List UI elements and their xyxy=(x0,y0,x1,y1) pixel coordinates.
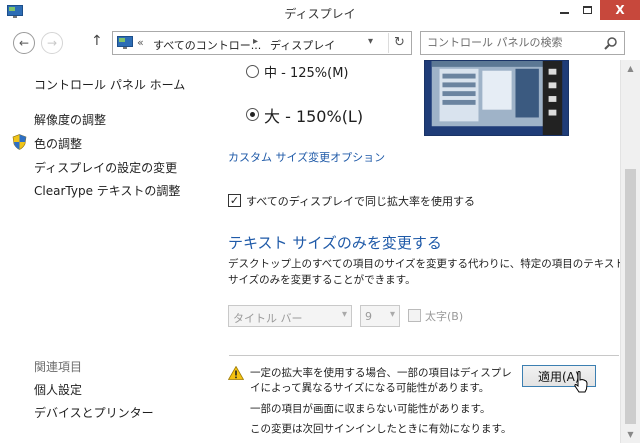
back-button[interactable]: ← xyxy=(13,32,35,54)
warning-text-line3: 一部の項目が画面に収まらない可能性があります。 xyxy=(250,403,491,415)
sidebar-item-adjust-cleartype[interactable]: ClearType テキストの調整 xyxy=(34,182,180,199)
mouse-pointer-icon xyxy=(574,371,588,393)
related-item-personalization[interactable]: 個人設定 xyxy=(34,381,82,398)
sidebar-item-control-panel-home[interactable]: コントロール パネル ホーム xyxy=(34,76,185,93)
scaling-preview-image xyxy=(424,60,569,136)
refresh-button[interactable]: ↻ xyxy=(388,33,410,53)
control-panel-icon xyxy=(117,36,133,49)
radio-large-150[interactable] xyxy=(246,108,259,121)
main-content: 中 - 125%(M) 大 - 150%(L) カスタム サイズ変更オプション … xyxy=(215,60,620,443)
scroll-down-icon[interactable]: ▼ xyxy=(621,426,640,443)
font-size-select[interactable]: 9 ▾ xyxy=(360,305,400,327)
related-item-devices-and-printers[interactable]: デバイスとプリンター xyxy=(34,404,154,421)
warning-text-line1: 一定の拡大率を使用する場合、一部の項目はディスプレ xyxy=(250,367,512,379)
text-size-heading: テキスト サイズのみを変更する xyxy=(228,234,442,252)
minimize-button[interactable] xyxy=(553,0,575,20)
sidebar-item-change-display-settings[interactable]: ディスプレイの設定の変更 xyxy=(34,159,177,176)
close-button[interactable]: X xyxy=(600,0,640,20)
up-arrow-icon: ↑ xyxy=(91,33,103,49)
scrollbar-thumb[interactable] xyxy=(625,169,636,424)
address-bar[interactable]: « すべてのコントロー... ▸ ディスプレイ ▾ ↻ xyxy=(112,31,412,55)
custom-sizing-options-link[interactable]: カスタム サイズ変更オプション xyxy=(228,149,385,165)
forward-button[interactable]: → xyxy=(41,32,63,54)
maximize-icon xyxy=(582,6,592,14)
breadcrumb-separator-icon[interactable]: ▸ xyxy=(253,36,258,47)
text-item-select-value: タイトル バー xyxy=(233,312,303,325)
font-size-select-value: 9 xyxy=(365,310,372,323)
text-size-description-line1: デスクトップ上のすべての項目のサイズを変更する代わりに、特定の項目のテキスト xyxy=(228,258,620,270)
breadcrumb-item-display[interactable]: ディスプレイ xyxy=(270,37,335,53)
refresh-icon: ↻ xyxy=(394,35,405,50)
close-icon: X xyxy=(615,3,625,17)
back-arrow-icon: ← xyxy=(18,36,30,50)
chevron-down-icon: ▾ xyxy=(389,309,395,320)
warning-text-line2: イによって異なるサイズになる可能性があります。 xyxy=(250,382,490,394)
address-dropdown-icon[interactable]: ▾ xyxy=(368,36,373,47)
warning-text-line4: この変更は次回サインインしたときに有効になります。 xyxy=(250,423,512,435)
sidebar-item-calibrate-color[interactable]: 色の調整 xyxy=(34,135,82,152)
navigation-bar: ← → ↑ « すべてのコントロー... ▸ ディスプレイ ▾ ↻ xyxy=(0,26,640,60)
breadcrumb-overflow-icon[interactable]: « xyxy=(137,36,144,49)
radio-medium-125[interactable] xyxy=(246,65,259,78)
forward-arrow-icon: → xyxy=(46,36,58,50)
related-section-heading: 関連項目 xyxy=(34,360,83,374)
search-box[interactable] xyxy=(420,31,625,55)
breadcrumb-item-all-control-panel[interactable]: すべてのコントロー... xyxy=(153,37,261,53)
left-pane: コントロール パネル ホーム 解像度の調整 色の調整 ディスプレイの設定の変更 … xyxy=(0,60,215,443)
search-input[interactable] xyxy=(427,36,597,49)
divider xyxy=(229,355,619,356)
up-button[interactable]: ↑ xyxy=(91,33,103,49)
warning-icon xyxy=(228,366,244,380)
bold-checkbox-label[interactable]: 太字(B) xyxy=(425,308,463,324)
same-scale-checkbox[interactable]: ✓ xyxy=(228,194,241,207)
sidebar-item-adjust-resolution[interactable]: 解像度の調整 xyxy=(34,111,106,128)
same-scale-checkbox-label[interactable]: すべてのディスプレイで同じ拡大率を使用する xyxy=(246,193,475,209)
checkmark-icon: ✓ xyxy=(229,194,240,207)
vertical-scrollbar[interactable]: ▲ ▼ xyxy=(620,60,640,443)
text-item-select[interactable]: タイトル バー ▾ xyxy=(228,305,352,327)
chevron-down-icon: ▾ xyxy=(341,309,347,320)
radio-medium-125-label[interactable]: 中 - 125%(M) xyxy=(264,62,348,81)
scroll-up-icon[interactable]: ▲ xyxy=(621,60,640,77)
window-title: ディスプレイ xyxy=(284,7,356,21)
bold-checkbox[interactable] xyxy=(408,309,421,322)
maximize-button[interactable] xyxy=(575,0,599,20)
uac-shield-icon xyxy=(12,134,27,150)
search-icon[interactable] xyxy=(604,36,618,50)
text-size-description-line2: サイズのみを変更することができます。 xyxy=(228,274,416,286)
minimize-icon xyxy=(559,12,569,14)
radio-large-150-label[interactable]: 大 - 150%(L) xyxy=(264,103,363,127)
title-bar: ディスプレイ X xyxy=(0,0,640,26)
